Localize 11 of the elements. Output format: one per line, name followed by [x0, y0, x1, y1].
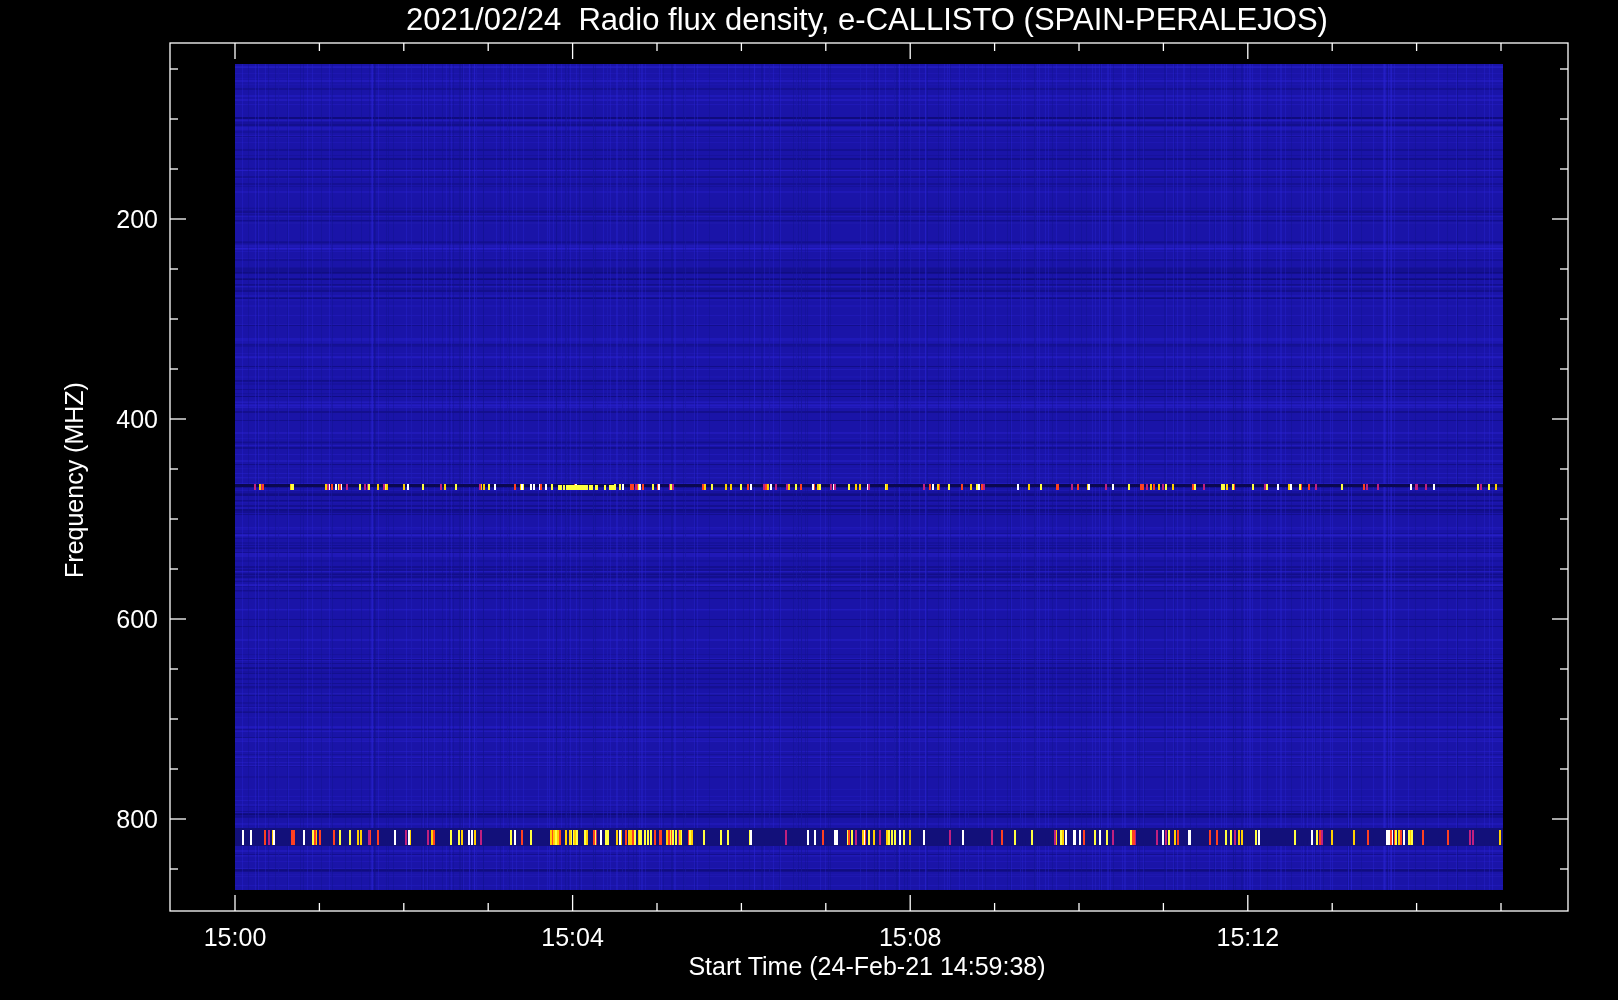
- y-tick-label: 600: [116, 605, 158, 633]
- x-tick-label: 15:00: [203, 923, 267, 951]
- chart-title: 2021/02/24 Radio flux density, e-CALLISTO (SPAIN-PERALEJOS): [406, 2, 1328, 37]
- y-tick-label: 800: [116, 805, 158, 833]
- x-tick-label: 15:12: [1216, 923, 1280, 951]
- y-tick-label: 200: [116, 205, 158, 233]
- y-tick-label: 400: [116, 405, 158, 433]
- x-tick-label: 15:08: [878, 923, 942, 951]
- x-axis-label: Start Time (24-Feb-21 14:59:38): [688, 952, 1046, 980]
- y-axis-label: Frequency (MHZ): [60, 382, 88, 578]
- x-tick-label: 15:04: [541, 923, 604, 951]
